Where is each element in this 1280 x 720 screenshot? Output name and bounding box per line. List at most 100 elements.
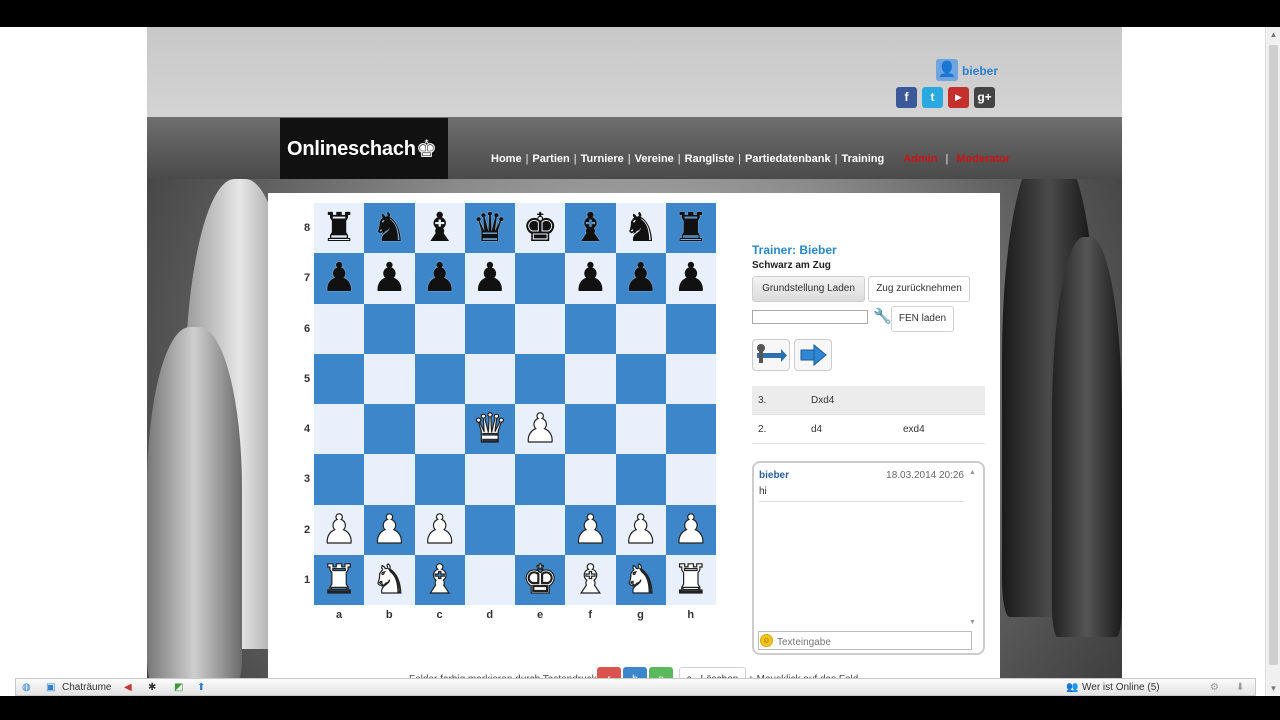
square-e8[interactable]: ♚ bbox=[515, 203, 566, 254]
white-rook-icon[interactable]: ♜ bbox=[666, 557, 716, 602]
square-b8[interactable]: ♞ bbox=[364, 203, 415, 254]
load-start-position-button[interactable]: Grundstellung Laden bbox=[752, 276, 865, 302]
smiley-icon[interactable]: ☺ bbox=[760, 634, 773, 647]
square-c1[interactable]: ♝ bbox=[414, 554, 465, 605]
scroll-down-icon[interactable]: ▼ bbox=[969, 619, 976, 626]
square-c7[interactable]: ♟ bbox=[414, 253, 465, 304]
chat-input[interactable] bbox=[758, 631, 972, 650]
square-b4[interactable] bbox=[364, 404, 415, 455]
scroll-down-icon[interactable]: ▼ bbox=[1266, 681, 1280, 696]
square-g6[interactable] bbox=[615, 303, 666, 354]
black-king-icon[interactable]: ♚ bbox=[515, 206, 565, 250]
square-b2[interactable]: ♟ bbox=[364, 504, 415, 555]
square-g5[interactable] bbox=[615, 353, 666, 404]
facebook-icon[interactable]: f bbox=[896, 87, 917, 108]
scroll-up-icon[interactable]: ▲ bbox=[1266, 27, 1280, 42]
square-g3[interactable] bbox=[615, 454, 666, 505]
square-e5[interactable] bbox=[515, 353, 566, 404]
share-icon[interactable]: ◩ bbox=[174, 681, 183, 694]
square-a5[interactable] bbox=[314, 353, 365, 404]
square-e2[interactable] bbox=[515, 504, 566, 555]
square-e6[interactable] bbox=[515, 303, 566, 354]
bug-icon[interactable]: ✱ bbox=[148, 681, 156, 694]
site-logo[interactable]: Onlineschach♚ bbox=[280, 118, 448, 179]
white-king-icon[interactable]: ♚ bbox=[515, 557, 565, 602]
white-rook-icon[interactable]: ♜ bbox=[314, 557, 364, 602]
chess-board[interactable]: ♜ ♞ ♝ ♛ ♚ ♝ ♞ ♜ ♟ ♟ ♟ ♟ ♟ ♟ ♟ ♛ ♟ ♟ ♟ ♟ ♟ ♟ ♟ ♜ ♞ ♝ ♚ ♝ ♞ ♜ bbox=[314, 203, 716, 605]
white-move[interactable]: d4 bbox=[811, 424, 822, 435]
square-f6[interactable] bbox=[565, 303, 616, 354]
user-avatar-icon[interactable]: 👤 bbox=[936, 59, 958, 81]
nav-partiedatenbank[interactable]: Partiedatenbank bbox=[745, 153, 831, 165]
wrench-icon[interactable]: 🔧 bbox=[873, 307, 892, 325]
load-fen-button[interactable]: FEN laden bbox=[891, 306, 954, 332]
white-queen-icon[interactable]: ♛ bbox=[465, 406, 515, 451]
square-c6[interactable] bbox=[414, 303, 465, 354]
white-knight-icon[interactable]: ♞ bbox=[364, 557, 414, 602]
chat-rooms-icon[interactable]: ▣ bbox=[46, 681, 55, 694]
square-b3[interactable] bbox=[364, 454, 415, 505]
white-pawn-icon[interactable]: ♟ bbox=[415, 507, 465, 552]
white-bishop-icon[interactable]: ♝ bbox=[565, 557, 615, 602]
scroll-up-icon[interactable]: ▲ bbox=[969, 469, 976, 476]
square-g1[interactable]: ♞ bbox=[615, 554, 666, 605]
square-b7[interactable]: ♟ bbox=[364, 253, 415, 304]
square-b5[interactable] bbox=[364, 353, 415, 404]
square-b6[interactable] bbox=[364, 303, 415, 354]
nav-partien[interactable]: Partien bbox=[532, 153, 569, 165]
scroll-thumb[interactable] bbox=[1269, 45, 1278, 665]
square-e4[interactable]: ♟ bbox=[515, 404, 566, 455]
square-g7[interactable]: ♟ bbox=[615, 253, 666, 304]
square-g8[interactable]: ♞ bbox=[615, 203, 666, 254]
black-rook-icon[interactable]: ♜ bbox=[666, 206, 716, 250]
nav-moderator[interactable]: Moderator bbox=[956, 153, 1010, 165]
square-d8[interactable]: ♛ bbox=[464, 203, 515, 254]
square-a4[interactable] bbox=[314, 404, 365, 455]
page-scrollbar[interactable]: ▲ ▼ bbox=[1265, 27, 1280, 696]
black-rook-icon[interactable]: ♜ bbox=[314, 206, 364, 250]
black-pawn-icon[interactable]: ♟ bbox=[465, 256, 515, 300]
square-h8[interactable]: ♜ bbox=[665, 203, 716, 254]
square-a8[interactable]: ♜ bbox=[314, 203, 365, 254]
nav-home[interactable]: Home bbox=[491, 153, 522, 165]
white-pawn-icon[interactable]: ♟ bbox=[666, 507, 716, 552]
square-d4[interactable]: ♛ bbox=[464, 404, 515, 455]
black-pawn-icon[interactable]: ♟ bbox=[314, 256, 364, 300]
square-c3[interactable] bbox=[414, 454, 465, 505]
square-e1[interactable]: ♚ bbox=[515, 554, 566, 605]
square-e3[interactable] bbox=[515, 454, 566, 505]
square-f7[interactable]: ♟ bbox=[565, 253, 616, 304]
square-c5[interactable] bbox=[414, 353, 465, 404]
black-pawn-icon[interactable]: ♟ bbox=[364, 256, 414, 300]
square-f2[interactable]: ♟ bbox=[565, 504, 616, 555]
square-b1[interactable]: ♞ bbox=[364, 554, 415, 605]
black-pawn-icon[interactable]: ♟ bbox=[666, 256, 716, 300]
black-knight-icon[interactable]: ♞ bbox=[616, 206, 666, 250]
square-d1[interactable] bbox=[464, 554, 515, 605]
white-pawn-icon[interactable]: ♟ bbox=[616, 507, 666, 552]
fen-input[interactable] bbox=[752, 310, 868, 324]
square-f4[interactable] bbox=[565, 404, 616, 455]
black-queen-icon[interactable]: ♛ bbox=[465, 206, 515, 250]
white-knight-icon[interactable]: ♞ bbox=[616, 557, 666, 602]
square-h3[interactable] bbox=[665, 454, 716, 505]
white-pawn-icon[interactable]: ♟ bbox=[364, 507, 414, 552]
settings-icon[interactable]: ⚙ bbox=[1210, 681, 1219, 694]
black-knight-icon[interactable]: ♞ bbox=[364, 206, 414, 250]
flip-board-button[interactable] bbox=[752, 339, 790, 371]
square-d2[interactable] bbox=[464, 504, 515, 555]
square-f1[interactable]: ♝ bbox=[565, 554, 616, 605]
black-pawn-icon[interactable]: ♟ bbox=[616, 256, 666, 300]
square-h7[interactable]: ♟ bbox=[665, 253, 716, 304]
upload-icon[interactable]: ⬆ bbox=[197, 681, 205, 694]
nav-vereine[interactable]: Vereine bbox=[635, 153, 674, 165]
megaphone-icon[interactable]: ◀ bbox=[124, 681, 132, 694]
black-bishop-icon[interactable]: ♝ bbox=[565, 206, 615, 250]
square-f3[interactable] bbox=[565, 454, 616, 505]
chat-scrollbar[interactable]: ▲ ▼ bbox=[969, 469, 979, 627]
square-c8[interactable]: ♝ bbox=[414, 203, 465, 254]
undo-move-button[interactable]: Zug zurücknehmen bbox=[868, 276, 970, 302]
square-f8[interactable]: ♝ bbox=[565, 203, 616, 254]
square-a6[interactable] bbox=[314, 303, 365, 354]
square-d3[interactable] bbox=[464, 454, 515, 505]
